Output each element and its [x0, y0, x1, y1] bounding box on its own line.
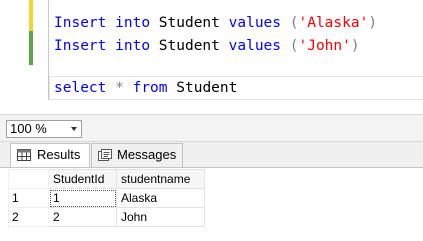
- close-paren: ): [368, 15, 378, 31]
- column-header[interactable]: StudentId: [48, 169, 117, 189]
- keyword-select: select: [54, 80, 107, 96]
- results-panel: Results Messages StudentId studentname 1…: [0, 142, 423, 241]
- table-identifier: Student: [176, 80, 238, 96]
- keyword-from: from: [132, 80, 168, 96]
- grid-header-row: StudentId studentname: [8, 169, 205, 189]
- row-number[interactable]: 1: [8, 188, 49, 208]
- close-paren: ): [350, 38, 360, 54]
- grid-corner[interactable]: [8, 169, 49, 189]
- keyword-into: into: [115, 15, 151, 31]
- keyword-values: values: [228, 38, 282, 54]
- string-literal: 'John': [298, 38, 351, 54]
- grid-cell[interactable]: 1: [48, 188, 117, 208]
- saved-change-indicator: [29, 31, 33, 65]
- table-row[interactable]: 1 1 Alaska: [8, 188, 205, 208]
- keyword-insert: Insert: [54, 38, 107, 54]
- zoom-dropdown[interactable]: 100 %: [6, 120, 82, 138]
- tab-results-label: Results: [37, 147, 81, 162]
- tab-results[interactable]: Results: [10, 143, 90, 167]
- table-identifier: Student: [158, 15, 220, 31]
- query-editor[interactable]: Insert into Student values ('Alaska') In…: [0, 0, 423, 114]
- zoom-value: 100 %: [10, 121, 47, 136]
- unsaved-change-indicator: [29, 0, 33, 31]
- table-row[interactable]: 2 2 John: [8, 207, 205, 227]
- zoom-bar: 100 %: [0, 114, 423, 142]
- string-literal: 'Alaska': [298, 15, 369, 31]
- results-grid[interactable]: StudentId studentname 1 1 Alaska 2 2 Joh…: [8, 169, 205, 227]
- keyword-values: values: [228, 15, 282, 31]
- code-line-1[interactable]: Insert into Student values ('Alaska'): [54, 14, 377, 32]
- star-operator: *: [115, 80, 124, 96]
- chevron-down-icon[interactable]: [71, 127, 77, 131]
- row-number[interactable]: 2: [8, 207, 49, 227]
- grid-cell[interactable]: John: [116, 207, 205, 227]
- grid-cell[interactable]: 2: [48, 207, 117, 227]
- keyword-into: into: [115, 38, 151, 54]
- column-header[interactable]: studentname: [116, 169, 205, 189]
- messages-icon: [98, 149, 112, 161]
- tab-messages-label: Messages: [117, 147, 177, 162]
- table-identifier: Student: [158, 38, 220, 54]
- grid-icon: [17, 149, 31, 161]
- tab-messages[interactable]: Messages: [91, 143, 183, 167]
- results-grid-area: StudentId studentname 1 1 Alaska 2 2 Joh…: [0, 168, 423, 241]
- code-line-2[interactable]: Insert into Student values ('John'): [54, 37, 360, 55]
- grid-cell[interactable]: Alaska: [116, 188, 205, 208]
- keyword-insert: Insert: [54, 15, 107, 31]
- code-line-query[interactable]: select * from Student: [54, 79, 237, 97]
